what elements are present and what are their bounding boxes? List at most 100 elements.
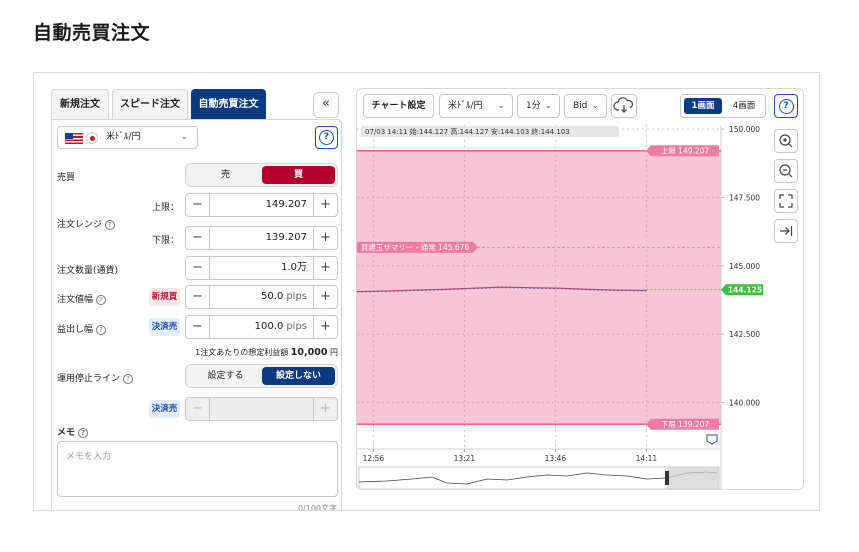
close-sell-tag: 決済売 [149, 400, 180, 418]
sell-button[interactable]: 売 [189, 166, 262, 184]
lower-limit-label: 下限 139.207 [661, 420, 710, 429]
help-circle-icon[interactable]: ? [96, 295, 107, 305]
quantity-stepper: − 1.0万 + [185, 256, 338, 280]
quantity-input[interactable]: 1.0万 [211, 257, 312, 279]
entry-width-stepper: − 50.0 pips + [185, 285, 338, 309]
help-circle-icon[interactable]: ? [78, 428, 89, 438]
current-price-label: 144.125 [728, 286, 762, 295]
decrement-button[interactable]: − [186, 227, 210, 249]
help-button[interactable]: ? [315, 126, 338, 149]
decrement-button[interactable]: − [186, 286, 210, 308]
help-circle-icon[interactable]: ? [96, 325, 107, 335]
chart-pair-select[interactable]: 米ﾄﾞﾙ/円 ⌄ [439, 94, 513, 118]
question-icon: ? [319, 130, 334, 145]
y-tick-label: 150.000 [729, 125, 760, 134]
price-chart[interactable]: 150.000 147.500 145.000 142.500 140.000 12:56… [357, 125, 769, 489]
decrement-button[interactable]: − [186, 257, 210, 279]
side-toggle: 売 買 [185, 163, 338, 187]
currency-pair-label: 米ﾄﾞﾙ/円 [106, 132, 141, 142]
chart-help-button[interactable]: ? [774, 94, 798, 118]
decrement-button[interactable]: − [186, 316, 210, 338]
download-button[interactable] [611, 94, 637, 118]
timeframe-select[interactable]: 1分 ⌄ [517, 94, 560, 118]
order-range-label: 注文レンジ? [57, 217, 116, 230]
x-tick-label: 13:46 [545, 454, 567, 463]
page-title: 自動売買注文 [33, 22, 151, 44]
memo-char-count: 0/100文字 [297, 504, 337, 511]
upper-limit-input[interactable]: 149.207 [211, 194, 312, 216]
cloud-download-icon [613, 97, 634, 113]
chevron-down-icon: ⌄ [497, 101, 505, 111]
y-tick-label: 142.500 [729, 330, 760, 339]
tab-auto-trade-order[interactable]: 自動売買注文 [191, 89, 266, 119]
tab-new-order[interactable]: 新規注文 [51, 89, 109, 119]
memo-input[interactable]: メモを入力 [57, 441, 338, 497]
help-circle-icon[interactable]: ? [105, 220, 116, 230]
layout-single-button[interactable]: 1画面 [684, 98, 722, 114]
ohlc-readout: 07/03 14:11 始:144.127 高:144.127 安:144.10… [365, 127, 570, 136]
increment-button[interactable]: + [313, 257, 337, 279]
auto-trade-widget: 新規注文 スピード注文 自動売買注文 « 米ﾄﾞﾙ/円 ⌄ ? 売買 売 買 注… [33, 72, 820, 511]
overview-window [667, 467, 719, 489]
stop-line-label: 運用停止ライン? [57, 371, 134, 384]
chevron-down-icon: ⌄ [544, 101, 552, 111]
tab-speed-order[interactable]: スピード注文 [112, 89, 188, 119]
chevron-down-icon: ⌄ [180, 132, 188, 142]
layout-toggle: 1画面 4画面 [680, 94, 766, 118]
expand-icon [779, 194, 793, 208]
decrement-button[interactable]: − [186, 194, 210, 216]
chart-panel: チャート設定 米ﾄﾞﾙ/円 ⌄ 1分 ⌄ Bid ⌄ 1画面 4画面 ? 150… [356, 88, 804, 490]
price-type-select[interactable]: Bid ⌄ [564, 94, 607, 118]
stop-line-input[interactable] [211, 398, 312, 420]
lower-limit-stepper: − 139.207 + [185, 226, 338, 250]
take-profit-stepper: − 100.0 pips + [185, 315, 338, 339]
entry-width-input[interactable]: 50.0 pips [211, 286, 312, 308]
chart-settings-button[interactable]: チャート設定 [363, 94, 434, 118]
summary-label: 買建玉サマリー - 通常 145.676 [361, 242, 470, 252]
decrement-button[interactable]: − [186, 398, 210, 420]
entry-width-label: 注文値幅? [57, 292, 107, 305]
x-tick-label: 12:56 [363, 454, 385, 463]
increment-button[interactable]: + [313, 194, 337, 216]
upper-limit-stepper: − 149.207 + [185, 193, 338, 217]
help-circle-icon[interactable]: ? [123, 374, 134, 384]
chart-canvas: 150.000 147.500 145.000 142.500 140.000 12:56… [357, 125, 763, 489]
layout-quad-button[interactable]: 4画面 [725, 98, 763, 114]
increment-button[interactable]: + [313, 286, 337, 308]
fullscreen-button[interactable] [774, 189, 798, 213]
collapse-panel-button[interactable]: « [313, 92, 339, 118]
question-icon: ? [778, 98, 794, 114]
x-tick-label: 14:11 [636, 454, 658, 463]
zoom-out-button[interactable] [774, 159, 798, 183]
upper-limit-label: 上限 149.207 [661, 147, 710, 156]
quantity-label: 注文数量(通貨) [57, 266, 119, 276]
y-tick-label: 145.000 [729, 262, 760, 271]
zoom-in-icon [779, 134, 793, 148]
upper-limit-label: 上限： [152, 203, 180, 213]
buy-button[interactable]: 買 [262, 166, 335, 184]
currency-pair-select[interactable]: 米ﾄﾞﾙ/円 ⌄ [57, 126, 198, 149]
alert-marker-icon [706, 434, 718, 445]
take-profit-label: 益出し幅? [57, 322, 107, 335]
y-tick-label: 147.500 [729, 193, 760, 202]
expected-profit: 1注文あたりの想定利益額 10,000 円 [195, 347, 338, 358]
memo-label: メモ? [57, 425, 89, 438]
zoom-out-icon [779, 164, 793, 178]
increment-button[interactable]: + [313, 398, 337, 420]
new-buy-tag: 新規買 [149, 288, 180, 306]
scroll-to-latest-button[interactable] [774, 219, 798, 243]
jump-right-icon [780, 226, 793, 236]
increment-button[interactable]: + [313, 316, 337, 338]
order-form: 米ﾄﾞﾙ/円 ⌄ ? 売買 売 買 注文レンジ? 上限： − 149.207 +… [51, 119, 342, 511]
order-panel: 新規注文 スピード注文 自動売買注文 « 米ﾄﾞﾙ/円 ⌄ ? 売買 売 買 注… [51, 89, 342, 511]
lower-limit-input[interactable]: 139.207 [211, 227, 312, 249]
zoom-in-button[interactable] [774, 129, 798, 153]
side-label: 売買 [57, 173, 76, 183]
stop-line-unset-button[interactable]: 設定しない [262, 367, 335, 385]
take-profit-input[interactable]: 100.0 pips [211, 316, 312, 338]
overview-handle [665, 471, 669, 485]
us-flag-icon [65, 133, 83, 144]
increment-button[interactable]: + [313, 227, 337, 249]
jp-flag-icon [86, 132, 98, 144]
stop-line-set-button[interactable]: 設定する [189, 367, 262, 385]
